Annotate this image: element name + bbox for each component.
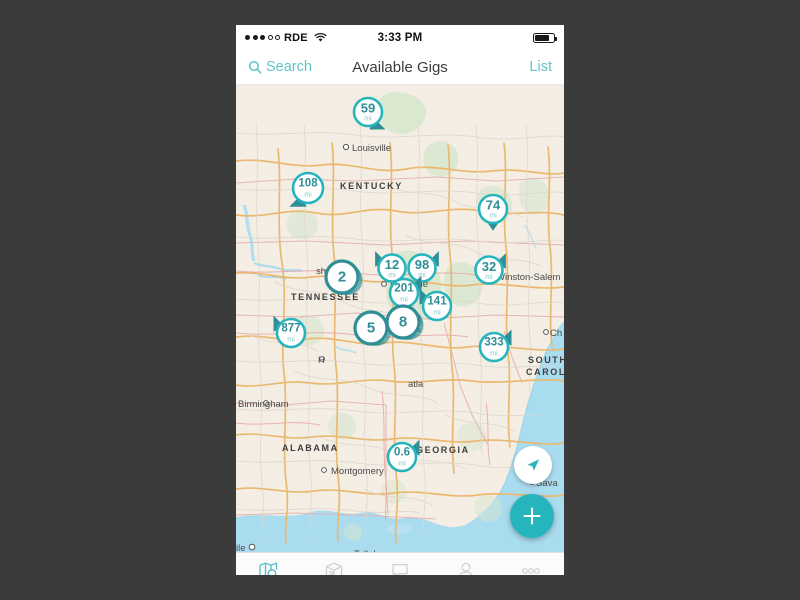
- search-button[interactable]: Search: [248, 59, 312, 75]
- marker-pin-icon: [273, 315, 307, 349]
- gig-marker[interactable]: 8: [385, 304, 424, 340]
- tab-browse-gigs[interactable]: Browse Gigs: [236, 561, 302, 575]
- box-icon: [326, 562, 343, 575]
- search-button-label: Search: [266, 59, 312, 75]
- marker-pin-icon: [289, 171, 325, 207]
- navigation-bar: Search Available Gigs List: [236, 50, 564, 85]
- gig-marker[interactable]: 877 mi: [273, 315, 307, 349]
- wifi-icon: [314, 32, 327, 42]
- gig-marker[interactable]: 32 mi: [474, 253, 506, 285]
- search-icon: [248, 60, 262, 74]
- status-bar: RDE 3:33 PM: [236, 25, 564, 50]
- navigation-arrow-icon: [527, 459, 540, 471]
- tab-activity[interactable]: Activity: [367, 561, 433, 575]
- marker-pin-icon: [385, 304, 424, 340]
- person-icon: [458, 562, 473, 575]
- gig-marker[interactable]: 59 mi: [352, 96, 386, 130]
- gig-marker[interactable]: 333 mi: [478, 329, 512, 363]
- gig-marker[interactable]: 2: [324, 259, 363, 295]
- battery-icon: [533, 32, 557, 43]
- gig-marker[interactable]: 74 mi: [477, 193, 509, 231]
- gig-marker[interactable]: 0.6 mi: [386, 439, 420, 473]
- carrier-label: RDE: [284, 31, 308, 44]
- tab-my-gigs[interactable]: My Gigs: [302, 561, 368, 575]
- status-bar-right: [533, 32, 557, 43]
- marker-pin-icon: [324, 259, 363, 295]
- map-search-icon: [259, 562, 277, 575]
- list-button[interactable]: List: [529, 59, 552, 75]
- marker-pin-icon: [352, 96, 386, 130]
- tab-more-info[interactable]: More Info: [498, 561, 564, 576]
- chat-bubble-icon: [392, 563, 408, 575]
- gig-marker[interactable]: 141 mi: [419, 288, 453, 322]
- add-gig-button[interactable]: [510, 494, 554, 538]
- map-view[interactable]: Louisville KENTUCKY shville TENNESSEE Kn…: [236, 85, 564, 552]
- gig-marker-layer: 59 mi 108 mi 74 mi 2 12 mi 98 mi 32 mi 2…: [236, 85, 564, 552]
- locate-me-button[interactable]: [514, 446, 552, 484]
- ellipsis-icon: [522, 567, 541, 574]
- gig-marker[interactable]: 108 mi: [289, 171, 325, 207]
- tab-bar: Browse Gigs My Gigs Activity Profile: [236, 552, 564, 575]
- plus-icon: [523, 507, 541, 525]
- marker-pin-icon: [386, 439, 420, 473]
- phone-screen: RDE 3:33 PM Search Available Gigs List L…: [236, 25, 564, 575]
- tab-profile[interactable]: Profile: [433, 561, 499, 575]
- marker-pin-icon: [478, 329, 512, 363]
- marker-pin-icon: [474, 253, 506, 285]
- status-bar-left: RDE: [245, 32, 327, 44]
- marker-pin-icon: [477, 193, 509, 231]
- signal-strength-icon: [245, 35, 280, 40]
